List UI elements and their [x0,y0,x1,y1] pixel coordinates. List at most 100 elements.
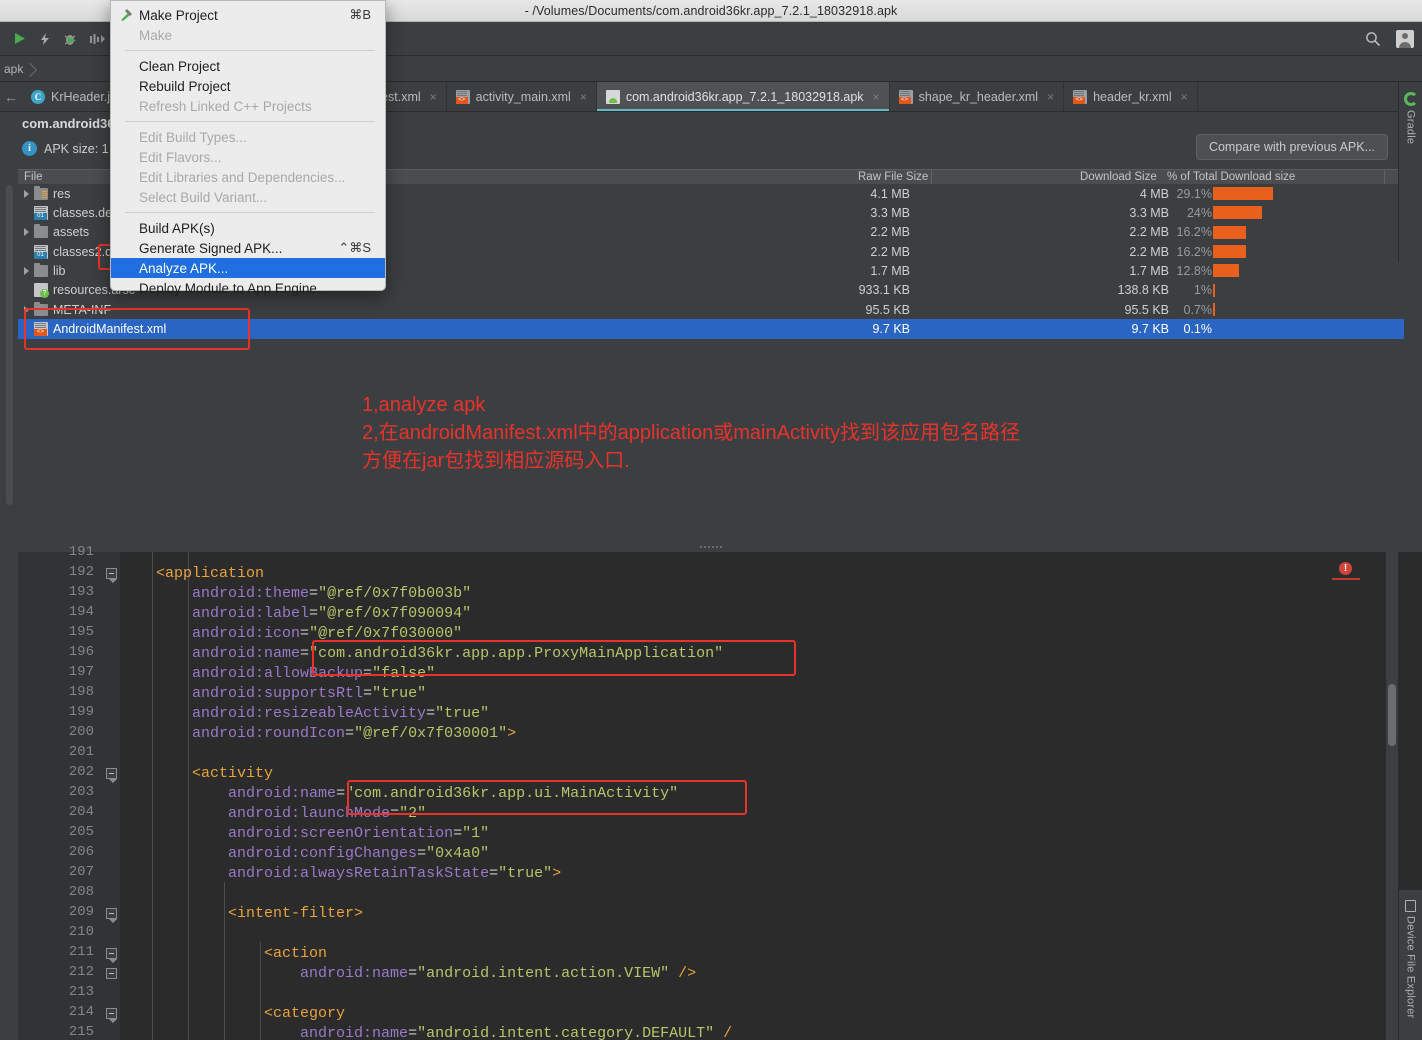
percent-cell: 12.8% [1176,264,1212,279]
breadcrumb-item-apk[interactable]: apk [0,62,23,76]
compare-with-previous-apk-button[interactable]: Compare with previous APK... [1195,134,1388,160]
code-token: <activity [120,765,274,782]
device-file-explorer-label: Device File Explorer [1404,916,1417,1019]
download-size-cell: 95.5 KB [1124,302,1169,317]
code-content-area[interactable]: <application android:theme="@ref/0x7f0b0… [120,552,1330,1040]
fold-toggle-icon[interactable] [106,948,117,963]
apk-panel-scrollbar[interactable] [6,185,13,505]
xml-file-icon [898,89,913,104]
code-token: = [300,625,310,642]
column-header-raw-size[interactable]: Raw File Size [858,171,928,183]
menu-item-generate-signed-apk[interactable]: Generate Signed APK... ⌃⌘S [111,238,385,258]
code-token: = [408,1025,418,1040]
fold-toggle-icon[interactable] [106,908,117,923]
fold-toggle-icon[interactable] [106,968,117,979]
tab-close-icon[interactable]: × [1181,90,1188,104]
profile-icon[interactable] [84,26,110,52]
editor-error-gutter[interactable]: ! [1330,552,1382,1040]
menu-item-shortcut: ⌘B [349,7,371,22]
line-number: 207 [68,864,94,880]
code-folding-column[interactable] [104,552,120,1040]
line-number: 199 [68,704,94,720]
tab-label: activity_main.xml [475,89,571,104]
menu-item-rebuild-project[interactable]: Rebuild Project [111,76,385,96]
menu-item-edit-flavors: Edit Flavors... [111,147,385,167]
code-token: "android.intent.action.VIEW" [417,965,670,982]
code-token: <application [120,565,265,582]
tab-close-icon[interactable]: × [1047,90,1054,104]
column-header-percent[interactable]: % of Total Download size [1167,171,1295,183]
fold-toggle-icon[interactable] [106,768,117,783]
tab-com-android36kr-app-7-2-1-18032918-apk[interactable]: com.android36kr.app_7.2.1_18032918.apk × [596,82,890,111]
menu-item-select-build-variant: Select Build Variant... [111,187,385,207]
gradle-tool-strip[interactable]: Gradle [1398,82,1422,262]
gradle-icon [1403,92,1418,106]
expand-arrow-icon[interactable] [24,305,29,314]
expand-arrow-icon[interactable] [24,267,29,276]
tab-header-kr-xml[interactable]: header_kr.xml × [1064,82,1198,111]
code-token: > [507,725,517,742]
column-header-download-size[interactable]: Download Size [1080,171,1157,183]
line-number: 206 [68,844,94,860]
tab-activity-main-xml[interactable]: activity_main.xml × [447,82,597,111]
search-icon[interactable] [1360,26,1386,52]
code-token: "@ref/0x7f0b003b" [318,585,472,602]
toolbar-right-group [1360,22,1414,56]
size-bar [1213,245,1246,259]
fold-toggle-icon[interactable] [106,568,117,583]
code-token: = [345,725,355,742]
tabs-scroll-left-icon[interactable]: ← [0,82,22,111]
code-token: = [489,865,499,882]
window-title: - /Volumes/Documents/com.android36kr.app… [524,3,898,18]
tab-close-icon[interactable]: × [430,90,437,104]
row-file-cell: res [24,185,70,201]
menu-item-label: Refresh Linked C++ Projects [139,98,312,114]
editor-scroll-track[interactable] [1386,552,1398,1040]
download-size-cell: 9.7 KB [1131,322,1169,337]
menu-item-label: Make [139,27,173,43]
menu-item-label: Edit Libraries and Dependencies... [139,169,346,185]
menu-item-analyze-apk[interactable]: Analyze APK... [111,258,385,278]
build-menu-dropdown[interactable]: Make Project ⌘B Make Clean Project Rebuild P… [110,0,386,296]
row-file-cell: classes.dex [24,205,118,220]
code-line: android:name="com.android36kr.app.app.Pr… [120,644,723,664]
menu-item-make-project[interactable]: Make Project ⌘B [111,5,385,25]
percent-cell: 1% [1193,283,1212,298]
error-badge-icon[interactable]: ! [1339,562,1352,575]
tab-shape-kr-header-xml[interactable]: shape_kr_header.xml × [890,82,1065,111]
line-number: 210 [68,924,94,940]
table-row[interactable]: META-INF 95.5 KB 95.5 KB 0.7% [18,300,1404,319]
line-number: 204 [68,804,94,820]
fold-toggle-icon[interactable] [106,1008,117,1023]
tab-close-icon[interactable]: × [873,90,880,104]
tab-close-icon[interactable]: × [580,90,587,104]
debug-icon[interactable] [58,26,84,52]
code-line: android:supportsRtl="true" [120,684,426,704]
arsc-file-icon [34,283,49,299]
editor-scroll-thumb[interactable] [1388,684,1396,746]
raw-size-cell: 1.7 MB [870,264,910,279]
menu-item-deploy-module-to-app-engine[interactable]: Deploy Module to App Engine... [111,278,385,298]
file-name: lib [53,264,66,279]
expand-arrow-icon[interactable] [24,228,29,237]
apply-changes-icon[interactable] [32,26,58,52]
error-marker-line [1332,578,1360,580]
code-token: "0x4a0" [426,845,490,862]
run-icon[interactable] [6,26,32,52]
menu-item-build-apk-s[interactable]: Build APK(s) [111,218,385,238]
menu-item-clean-project[interactable]: Clean Project [111,56,385,76]
device-file-explorer-strip[interactable]: Device File Explorer [1398,890,1422,1040]
avatar-icon[interactable] [1396,30,1414,48]
line-number: 202 [68,764,94,780]
column-header-file[interactable]: File [24,171,43,183]
code-token: android:label [192,605,310,622]
expand-arrow-icon[interactable] [24,189,29,198]
menu-item-label: Build APK(s) [139,220,215,236]
panel-splitter[interactable] [0,542,1422,552]
table-row[interactable]: AndroidManifest.xml 9.7 KB 9.7 KB 0.1% [18,319,1404,339]
code-token: "com.android36kr.app.ui.MainActivity" [345,785,679,802]
code-token: android:roundIcon [192,725,346,742]
